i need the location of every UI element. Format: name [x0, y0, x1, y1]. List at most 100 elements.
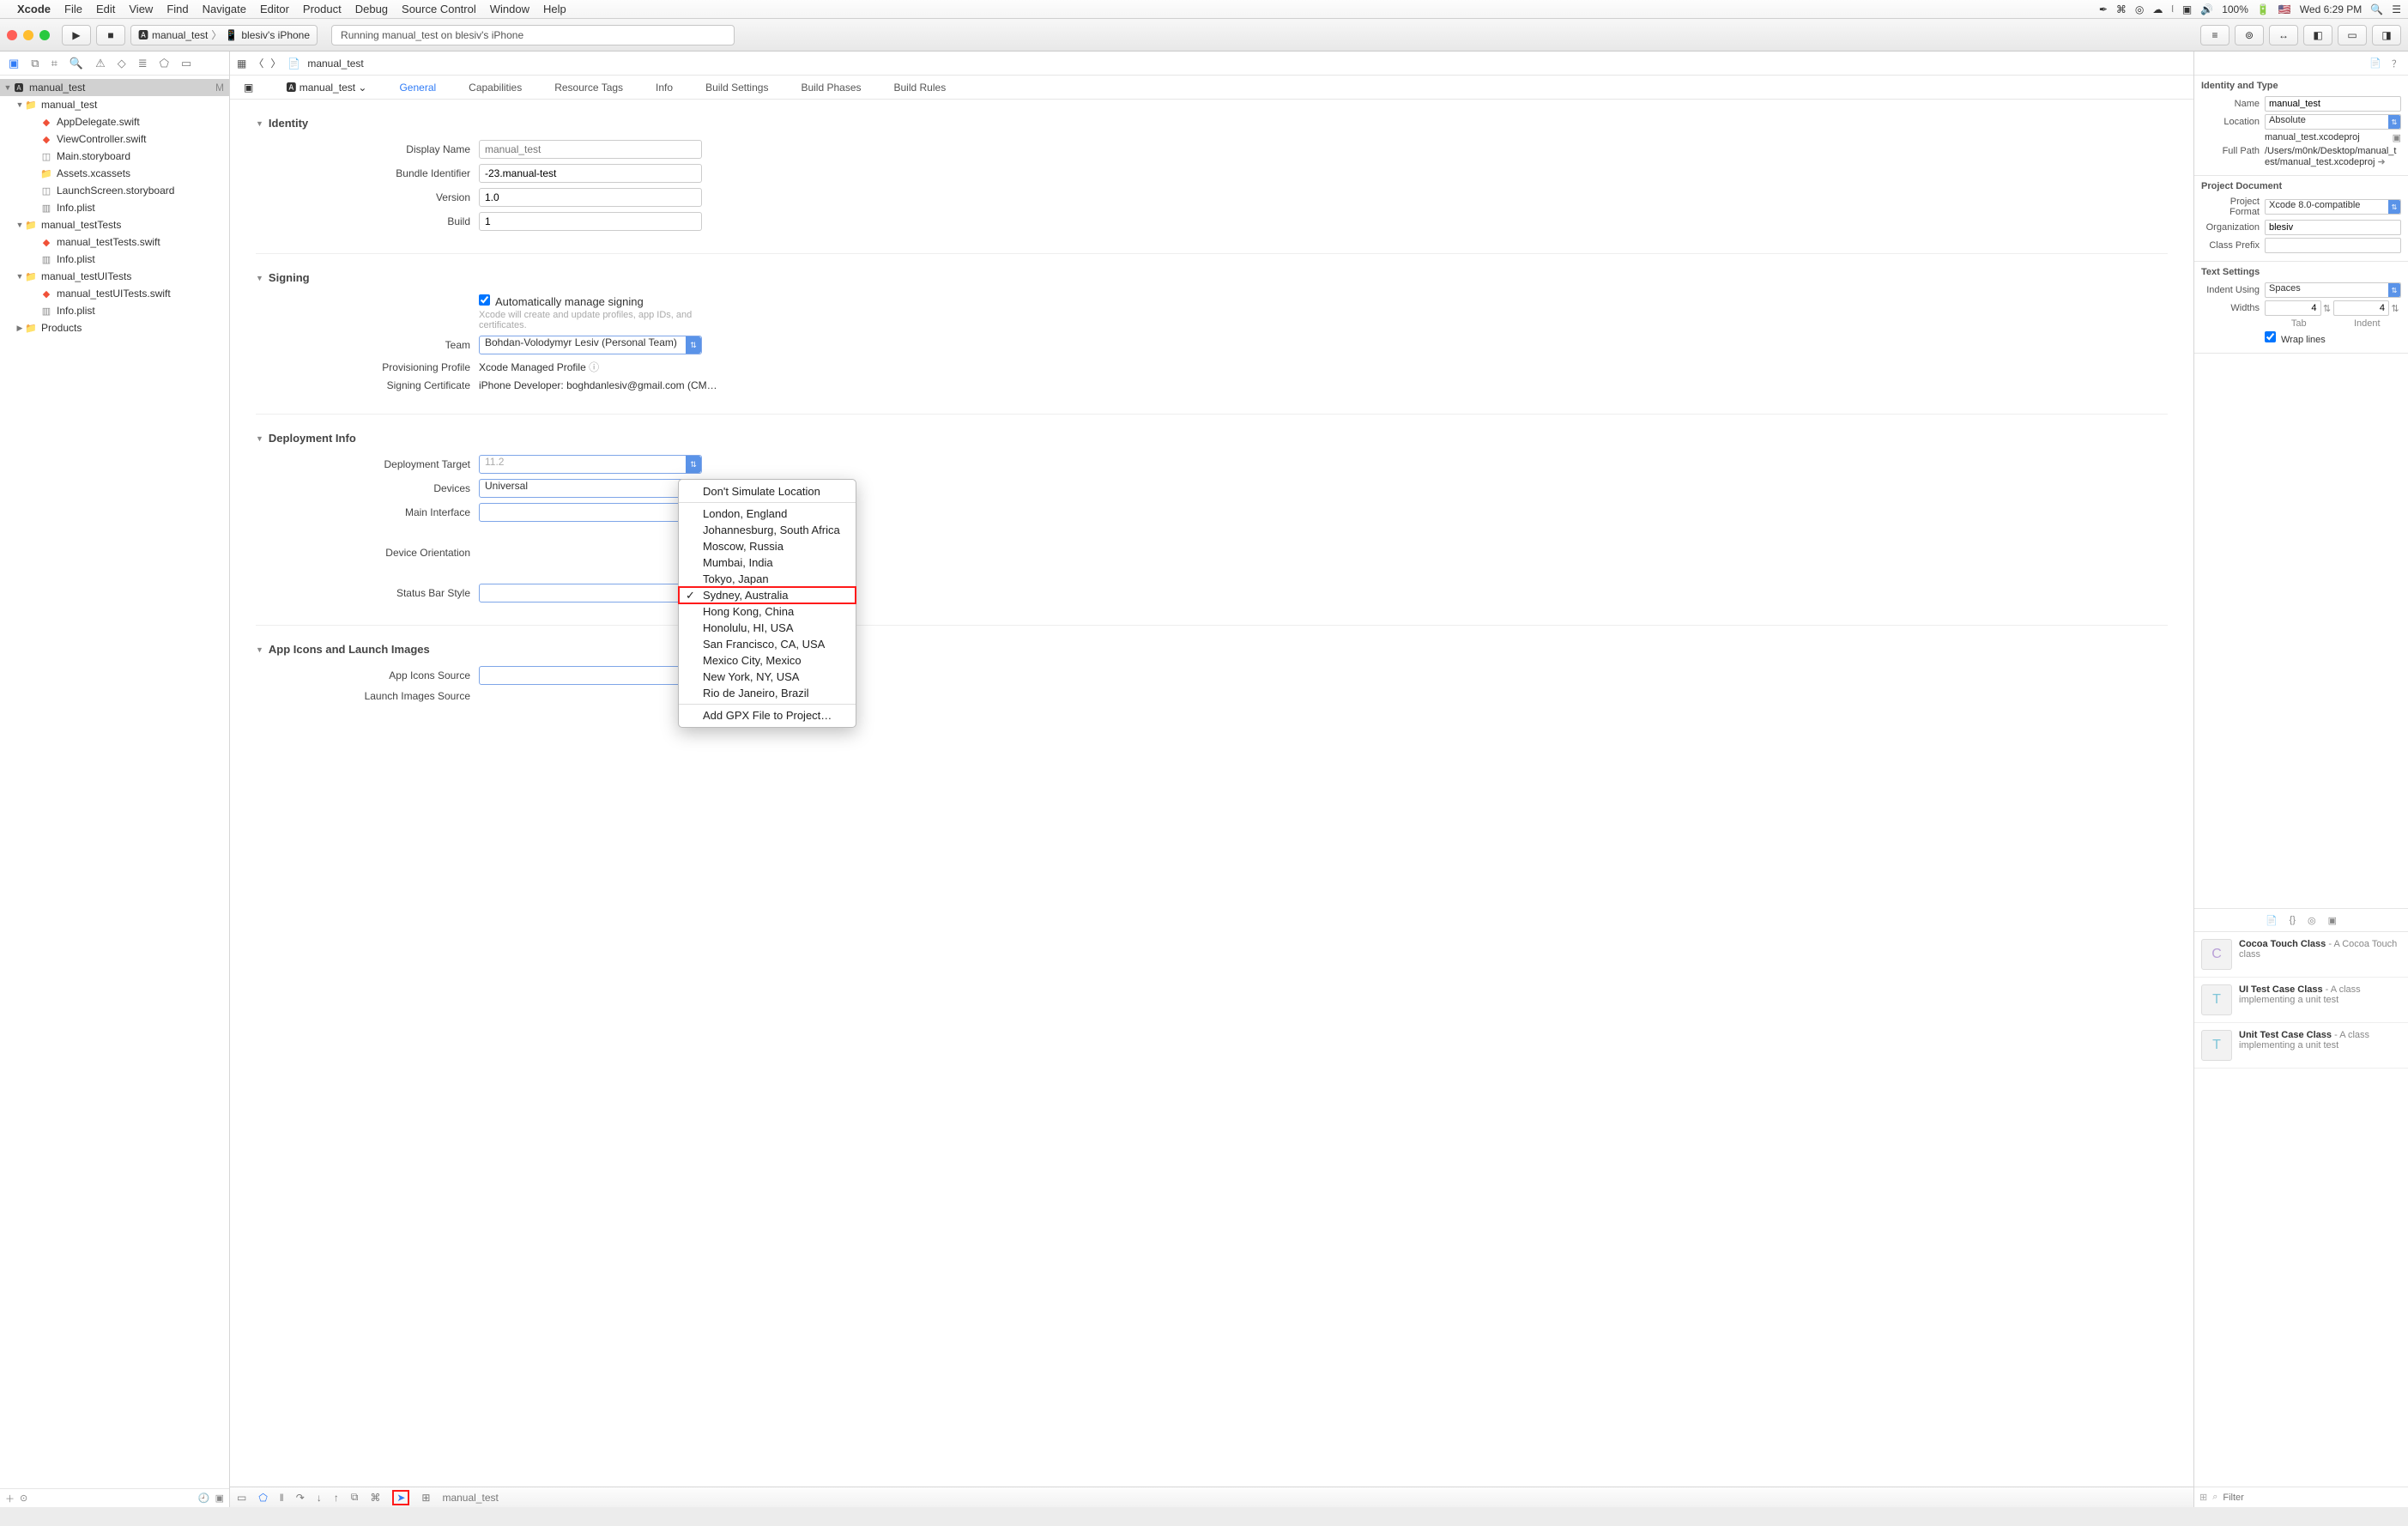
tab-info[interactable]: Info — [656, 82, 673, 94]
assistant-editor-button[interactable]: ⊚ — [2235, 25, 2264, 45]
menu-help[interactable]: Help — [543, 3, 566, 15]
location-item[interactable]: Rio de Janeiro, Brazil — [679, 685, 856, 701]
step-out-icon[interactable]: ↑ — [334, 1492, 339, 1504]
memory-graph-icon[interactable]: ⌘ — [370, 1492, 380, 1504]
pause-icon[interactable]: ‖ — [280, 1492, 284, 1504]
flag-icon[interactable]: 🇺🇸 — [2278, 3, 2291, 15]
location-dont-simulate[interactable]: Don't Simulate Location — [679, 483, 856, 503]
jump-bar[interactable]: ▦ 〈 〉 📄 manual_test — [230, 51, 2193, 76]
project-tree[interactable]: ▼ 🅰 manual_test M ▼📁manual_test ◆AppDele… — [0, 76, 229, 1488]
location-item[interactable]: Honolulu, HI, USA — [679, 620, 856, 636]
main-interface-select[interactable]: ⇅ — [479, 503, 702, 522]
menu-editor[interactable]: Editor — [260, 3, 289, 15]
insp-tab-width[interactable] — [2265, 300, 2321, 316]
bundle-id-input[interactable] — [479, 164, 702, 183]
symbol-navigator-icon[interactable]: ⌗ — [51, 57, 57, 70]
breakpoints-icon[interactable]: ⬠ — [258, 1492, 267, 1504]
toggle-navigator-button[interactable]: ◧ — [2303, 25, 2332, 45]
build-input[interactable] — [479, 212, 702, 231]
tree-file[interactable]: 📁Assets.xcassets — [0, 165, 229, 182]
code-snippet-icon[interactable]: {} — [2290, 915, 2296, 925]
close-window[interactable] — [7, 30, 17, 40]
run-button[interactable]: ▶ — [62, 25, 91, 45]
auto-signing-checkbox[interactable]: Automatically manage signing — [479, 295, 644, 308]
media-library-icon[interactable]: ▣ — [2328, 915, 2337, 926]
team-select[interactable]: Bohdan-Volodymyr Lesiv (Personal Team)⇅ — [479, 336, 702, 354]
status-icon[interactable]: ◎ — [2135, 3, 2144, 15]
tree-file[interactable]: ▥Info.plist — [0, 199, 229, 216]
location-item[interactable]: Johannesburg, South Africa — [679, 522, 856, 538]
status-icon[interactable]: ✒ — [2099, 3, 2108, 15]
tree-group[interactable]: ▼📁manual_testUITests — [0, 268, 229, 285]
devices-select[interactable]: Universal⇅ — [479, 479, 702, 498]
location-item[interactable]: Mumbai, India — [679, 554, 856, 571]
stepper-icon[interactable]: ⇅ — [2321, 303, 2333, 314]
tab-build-rules[interactable]: Build Rules — [894, 82, 947, 94]
status-icon[interactable]: ☁ — [2152, 3, 2163, 15]
filter-icon[interactable]: ⊙ — [20, 1493, 27, 1504]
scm-icon[interactable]: ▣ — [215, 1493, 224, 1504]
section-header[interactable]: Identity — [256, 117, 2168, 130]
tab-capabilities[interactable]: Capabilities — [469, 82, 522, 94]
notification-icon[interactable]: ☰ — [2392, 3, 2401, 15]
location-item[interactable]: London, England — [679, 506, 856, 522]
tree-group[interactable]: ▶📁Products — [0, 319, 229, 336]
jump-crumb[interactable]: manual_test — [307, 58, 363, 70]
tree-file[interactable]: ▥Info.plist — [0, 302, 229, 319]
tree-file[interactable]: ◆ViewController.swift — [0, 130, 229, 148]
library-filter-input[interactable] — [2223, 1493, 2403, 1503]
deploy-target-select[interactable]: 11.2⇅ — [479, 455, 702, 474]
library-list[interactable]: CCocoa Touch Class - A Cocoa Touch class… — [2194, 932, 2408, 1487]
tree-file[interactable]: ◆manual_testTests.swift — [0, 233, 229, 251]
spotlight-icon[interactable]: 🔍 — [2370, 3, 2383, 15]
menu-find[interactable]: Find — [166, 3, 188, 15]
status-icon[interactable]: ⌘ — [2116, 3, 2127, 15]
location-item[interactable]: Mexico City, Mexico — [679, 652, 856, 669]
view-debug-icon[interactable]: ⧉ — [351, 1491, 359, 1504]
menu-window[interactable]: Window — [490, 3, 529, 15]
menu-navigate[interactable]: Navigate — [203, 3, 246, 15]
location-item[interactable]: Hong Kong, China — [679, 603, 856, 620]
process-name[interactable]: manual_test — [442, 1492, 498, 1504]
tab-general[interactable]: General — [399, 82, 436, 94]
disclosure-triangle[interactable]: ▼ — [3, 83, 12, 92]
statusbar-select[interactable]: ⇅ — [479, 584, 702, 603]
insp-indent-select[interactable]: Spaces⇅ — [2265, 282, 2401, 298]
tree-file[interactable]: ◆manual_testUITests.swift — [0, 285, 229, 302]
insp-indent-width[interactable] — [2333, 300, 2390, 316]
tree-file[interactable]: ◆AppDelegate.swift — [0, 113, 229, 130]
tab-build-phases[interactable]: Build Phases — [801, 82, 861, 94]
toggle-inspector-button[interactable]: ◨ — [2372, 25, 2401, 45]
tree-file[interactable]: ◫LaunchScreen.storyboard — [0, 182, 229, 199]
menu-source-control[interactable]: Source Control — [402, 3, 476, 15]
menu-debug[interactable]: Debug — [355, 3, 388, 15]
recent-icon[interactable]: 🕘 — [198, 1493, 210, 1504]
minimize-window[interactable] — [23, 30, 33, 40]
insp-prefix-input[interactable] — [2265, 238, 2401, 253]
find-navigator-icon[interactable]: 🔍 — [70, 57, 83, 70]
library-item[interactable]: TUnit Test Case Class - A class implemen… — [2194, 1023, 2408, 1069]
breakpoint-navigator-icon[interactable]: ⬠ — [160, 57, 169, 70]
issue-navigator-icon[interactable]: ⚠ — [95, 57, 106, 70]
source-control-navigator-icon[interactable]: ⧉ — [31, 57, 39, 70]
file-inspector-icon[interactable]: 📄 — [2369, 58, 2381, 69]
help-inspector-icon[interactable]: ？ — [2392, 57, 2401, 70]
insp-location-select[interactable]: Absolute⇅ — [2265, 114, 2401, 130]
targets-icon[interactable]: ▣ — [244, 82, 253, 94]
debug-navigator-icon[interactable]: ≣ — [138, 57, 148, 70]
step-over-icon[interactable]: ↷ — [296, 1492, 305, 1504]
process-picker-icon[interactable]: ⊞ — [421, 1492, 430, 1504]
tab-resource-tags[interactable]: Resource Tags — [554, 82, 623, 94]
file-template-icon[interactable]: 📄 — [2266, 915, 2278, 926]
scheme-selector[interactable]: 🅰 manual_test 〉 📱 blesiv's iPhone — [130, 25, 318, 45]
object-library-icon[interactable]: ◎ — [2308, 915, 2316, 926]
menu-product[interactable]: Product — [303, 3, 342, 15]
project-root[interactable]: ▼ 🅰 manual_test M — [0, 79, 229, 96]
tree-file[interactable]: ▥Info.plist — [0, 251, 229, 268]
target-name[interactable]: 🅰 manual_test ⌄ — [286, 80, 366, 94]
add-icon[interactable]: ＋ — [5, 1492, 15, 1505]
test-navigator-icon[interactable]: ◇ — [118, 57, 126, 70]
volume-icon[interactable]: 🔊 — [2200, 3, 2213, 15]
menu-view[interactable]: View — [129, 3, 153, 15]
version-input[interactable] — [479, 188, 702, 207]
